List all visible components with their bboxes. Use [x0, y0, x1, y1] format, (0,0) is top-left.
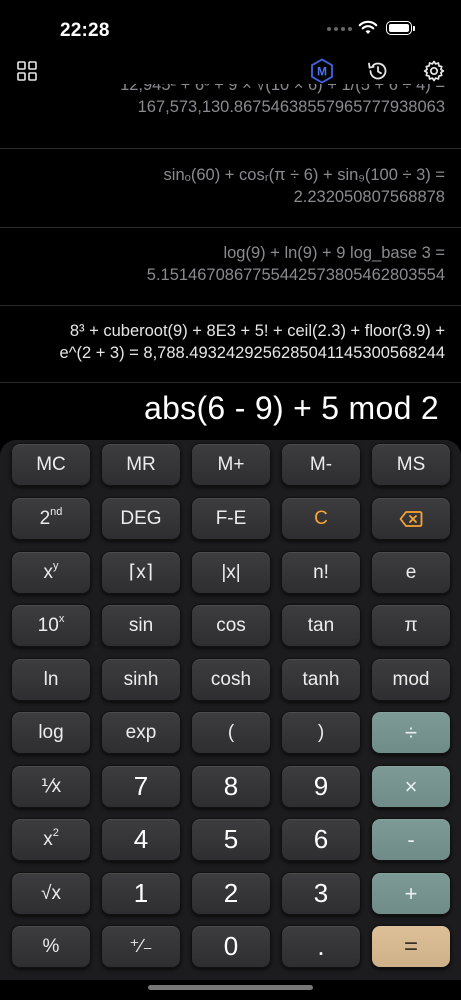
negate-button[interactable]: ⁺∕₋: [101, 925, 181, 968]
euler-button[interactable]: e: [371, 551, 451, 594]
memory-subtract-button[interactable]: M-: [281, 443, 361, 486]
ten-power-sup: x: [58, 612, 65, 625]
open-paren-button[interactable]: (: [191, 711, 271, 754]
decimal-button[interactable]: .: [281, 925, 361, 968]
clock: 22:28: [60, 20, 110, 41]
cosh-button[interactable]: cosh: [191, 658, 271, 701]
add-button[interactable]: +: [371, 872, 451, 915]
square-button[interactable]: x2: [11, 818, 91, 861]
history-expression: log(9) + ln(9) + 9 log_base 3 =: [223, 244, 445, 262]
expression-display: abs(6 - 9) + 5 mod 2: [143, 390, 439, 426]
tanh-button[interactable]: tanh: [281, 658, 361, 701]
factorial-button[interactable]: n!: [281, 551, 361, 594]
square-sup: 2: [52, 826, 59, 839]
second-sup: nd: [50, 505, 63, 518]
history-icon[interactable]: [365, 58, 391, 84]
exp-button[interactable]: exp: [101, 711, 181, 754]
home-indicator[interactable]: [148, 985, 313, 990]
divider: [0, 382, 461, 383]
multiply-button[interactable]: ×: [371, 765, 451, 808]
power-label: x: [43, 561, 54, 583]
reciprocal-button[interactable]: ⅟x: [11, 765, 91, 808]
percent-button[interactable]: %: [11, 925, 91, 968]
history-result: e^(2 + 3) = 8,788.4932429256285041145300…: [59, 344, 445, 362]
history-expression: 12,945² + 6³ + 9 × √(10 × 6) + 1/(5 + 6 …: [120, 84, 445, 94]
digit-0-button[interactable]: 0: [191, 925, 271, 968]
memory-store-button[interactable]: MS: [371, 443, 451, 486]
divide-button[interactable]: ÷: [371, 711, 451, 754]
digit-4-button[interactable]: 4: [101, 818, 181, 861]
fixed-exponent-button[interactable]: F-E: [191, 497, 271, 540]
history-entry[interactable]: 12,945² + 6³ + 9 × √(10 × 6) + 1/(5 + 6 …: [0, 84, 461, 118]
history-entry[interactable]: 8³ + cuberoot(9) + 8E3 + 5! + ceil(2.3) …: [0, 320, 461, 364]
memory-clear-button[interactable]: MC: [11, 443, 91, 486]
power-button[interactable]: xy: [11, 551, 91, 594]
history-result: 5.15146708677554425738054628035​54: [146, 266, 445, 284]
history-list[interactable]: 12,945² + 6³ + 9 × √(10 × 6) + 1/(5 + 6 …: [0, 84, 461, 384]
divider: [0, 305, 461, 306]
square-label: x: [43, 828, 53, 850]
memory-label: M: [317, 65, 327, 79]
history-entry[interactable]: log(9) + ln(9) + 9 log_base 3 = 5.151467…: [0, 242, 461, 286]
gear-icon[interactable]: [421, 58, 447, 84]
memory-add-button[interactable]: M+: [191, 443, 271, 486]
sinh-button[interactable]: sinh: [101, 658, 181, 701]
close-paren-button[interactable]: ): [281, 711, 361, 754]
power-sup: y: [53, 559, 59, 572]
history-entry[interactable]: sinₒ(60) + cosᵣ(π ÷ 6) + sin₉(100 ÷ 3) =…: [0, 164, 461, 208]
battery-icon: [386, 21, 416, 37]
digit-1-button[interactable]: 1: [101, 872, 181, 915]
keypad: MC MR M+ M- MS 2nd DEG F-E C xy ⌈x⌉ |x| …: [0, 440, 461, 980]
sin-button[interactable]: sin: [101, 604, 181, 647]
tan-button[interactable]: tan: [281, 604, 361, 647]
history-result: 167,573,130.867546385579657779380​63: [137, 98, 445, 116]
digit-7-button[interactable]: 7: [101, 765, 181, 808]
absolute-value-button[interactable]: |x|: [191, 551, 271, 594]
mod-button[interactable]: mod: [371, 658, 451, 701]
digit-3-button[interactable]: 3: [281, 872, 361, 915]
divider: [0, 227, 461, 228]
history-expression: 8³ + cuberoot(9) + 8E3 + 5! + ceil(2.3) …: [69, 322, 445, 340]
history-expression: sinₒ(60) + cosᵣ(π ÷ 6) + sin₉(100 ÷ 3) =: [163, 166, 445, 184]
digit-8-button[interactable]: 8: [191, 765, 271, 808]
history-result: 2.232050807568878: [293, 188, 445, 206]
square-root-button[interactable]: √x: [11, 872, 91, 915]
ln-button[interactable]: ln: [11, 658, 91, 701]
digit-2-button[interactable]: 2: [191, 872, 271, 915]
ceiling-button[interactable]: ⌈x⌉: [101, 551, 181, 594]
divider: [0, 148, 461, 149]
memory-indicator-icon[interactable]: M: [309, 58, 335, 84]
digit-5-button[interactable]: 5: [191, 818, 271, 861]
signal-icon: [327, 27, 352, 31]
backspace-icon: [399, 510, 423, 527]
grid-icon[interactable]: [14, 58, 40, 84]
equals-button[interactable]: =: [371, 925, 451, 968]
angle-mode-button[interactable]: DEG: [101, 497, 181, 540]
ten-power-label: 10: [37, 614, 59, 636]
pi-button[interactable]: π: [371, 604, 451, 647]
clear-button[interactable]: C: [281, 497, 361, 540]
wifi-icon: [358, 20, 378, 34]
digit-6-button[interactable]: 6: [281, 818, 361, 861]
digit-9-button[interactable]: 9: [281, 765, 361, 808]
cos-button[interactable]: cos: [191, 604, 271, 647]
backspace-button[interactable]: [371, 497, 451, 540]
memory-recall-button[interactable]: MR: [101, 443, 181, 486]
second-label: 2: [39, 507, 51, 529]
log-button[interactable]: log: [11, 711, 91, 754]
status-bar: 22:28: [0, 0, 461, 60]
second-function-button[interactable]: 2nd: [11, 497, 91, 540]
subtract-button[interactable]: -: [371, 818, 451, 861]
ten-power-button[interactable]: 10 x: [11, 604, 91, 647]
